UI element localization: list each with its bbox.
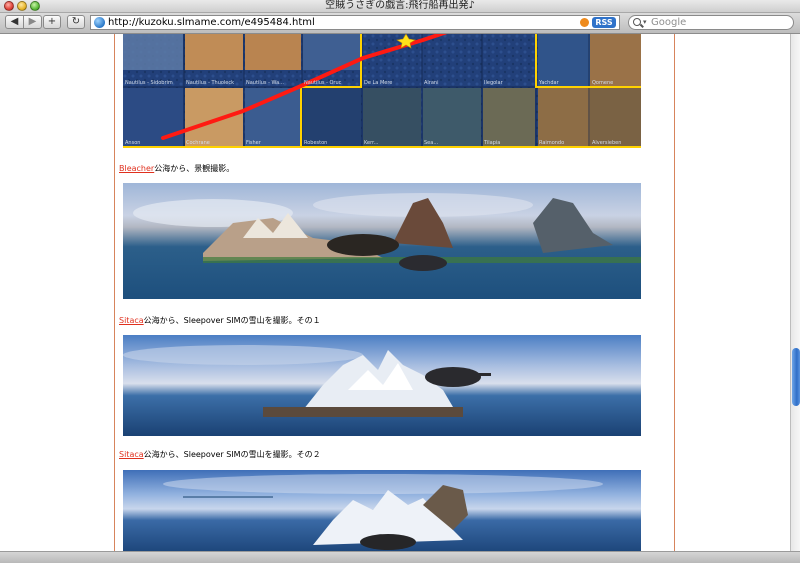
- url-text[interactable]: http://kuzoku.slmame.com/e495484.html: [108, 16, 315, 29]
- tile-label: Ilegolar: [484, 80, 504, 86]
- panorama-sitaca-2-image: [123, 470, 641, 551]
- vertical-scrollbar[interactable]: [790, 34, 800, 551]
- browser-toolbar: ◀ ▶ + ↻ http://kuzoku.slmame.com/e495484…: [0, 13, 800, 34]
- caption-text: 公海から、Sleepover SIMの雪山を撮影。その１: [143, 316, 321, 325]
- tile-label: Anson: [125, 140, 140, 146]
- tile-label: Alrani: [424, 80, 439, 86]
- panorama-bleacher-image: [123, 183, 641, 299]
- tile-label: Sea...: [424, 140, 438, 146]
- tile-label: Raimondo: [539, 140, 564, 146]
- tile-label: Nautilus - Sidobrim: [125, 80, 173, 86]
- tile-label: Fisher: [246, 140, 262, 146]
- chevron-down-icon[interactable]: ▾: [643, 16, 647, 29]
- tile-label: Robeston: [304, 140, 327, 146]
- tile-label: Nautilus - Oruc: [304, 80, 342, 86]
- caption-2: Sitaca公海から、Sleepover SIMの雪山を撮影。その１: [119, 315, 321, 326]
- rss-button[interactable]: RSS: [592, 17, 616, 28]
- map-svg: Nautilus - Sidobrim Nautilus - Thuoleck …: [123, 34, 641, 148]
- tile-label: Tilapia: [483, 140, 500, 146]
- status-bar: [0, 551, 800, 563]
- back-button[interactable]: ◀: [5, 15, 24, 29]
- tile-label: De La Mere: [364, 80, 392, 86]
- tile-label: Yachdar: [538, 80, 560, 86]
- caption-3: Sitaca公海から、Sleepover SIMの雪山を撮影。その２: [119, 449, 321, 460]
- window-title: 空賊うさぎの戯言:飛行船再出発♪: [325, 0, 475, 11]
- caption-link-bleacher[interactable]: Bleacher: [119, 164, 154, 173]
- search-icon: [633, 18, 641, 26]
- tile-label: Nautilus - Thuoleck: [186, 80, 234, 86]
- forward-button[interactable]: ▶: [23, 15, 42, 29]
- panorama-sitaca-1-image: [123, 335, 641, 436]
- add-bookmark-button[interactable]: +: [43, 15, 61, 29]
- globe-icon: [94, 17, 105, 28]
- feed-icon: [580, 18, 589, 27]
- tile-label: Kerr...: [364, 140, 379, 146]
- address-bar[interactable]: http://kuzoku.slmame.com/e495484.html RS…: [90, 15, 620, 30]
- page-viewport: Nautilus - Sidobrim Nautilus - Thuoleck …: [0, 34, 790, 551]
- caption-1: Bleacher公海から、景観撮影。: [119, 163, 234, 174]
- route-map-image: Nautilus - Sidobrim Nautilus - Thuoleck …: [123, 34, 641, 148]
- tile-label: Qomene: [592, 80, 613, 86]
- tile-label: Nautilus - Wa...: [246, 80, 284, 86]
- window-titlebar: 空賊うさぎの戯言:飛行船再出発♪: [0, 0, 800, 13]
- reload-button[interactable]: ↻: [67, 15, 85, 29]
- caption-link-sitaca-2[interactable]: Sitaca: [119, 450, 144, 459]
- caption-link-sitaca-1[interactable]: Sitaca: [119, 316, 144, 325]
- tile-label: Alversieben: [592, 140, 621, 146]
- caption-text: 公海から、景観撮影。: [154, 164, 235, 173]
- search-placeholder: Google: [651, 17, 687, 28]
- tile-label: Cochrane: [186, 140, 210, 146]
- caption-text: 公海から、Sleepover SIMの雪山を撮影。その２: [143, 450, 321, 459]
- scroll-thumb[interactable]: [792, 348, 800, 406]
- search-field[interactable]: ▾ Google: [628, 15, 794, 30]
